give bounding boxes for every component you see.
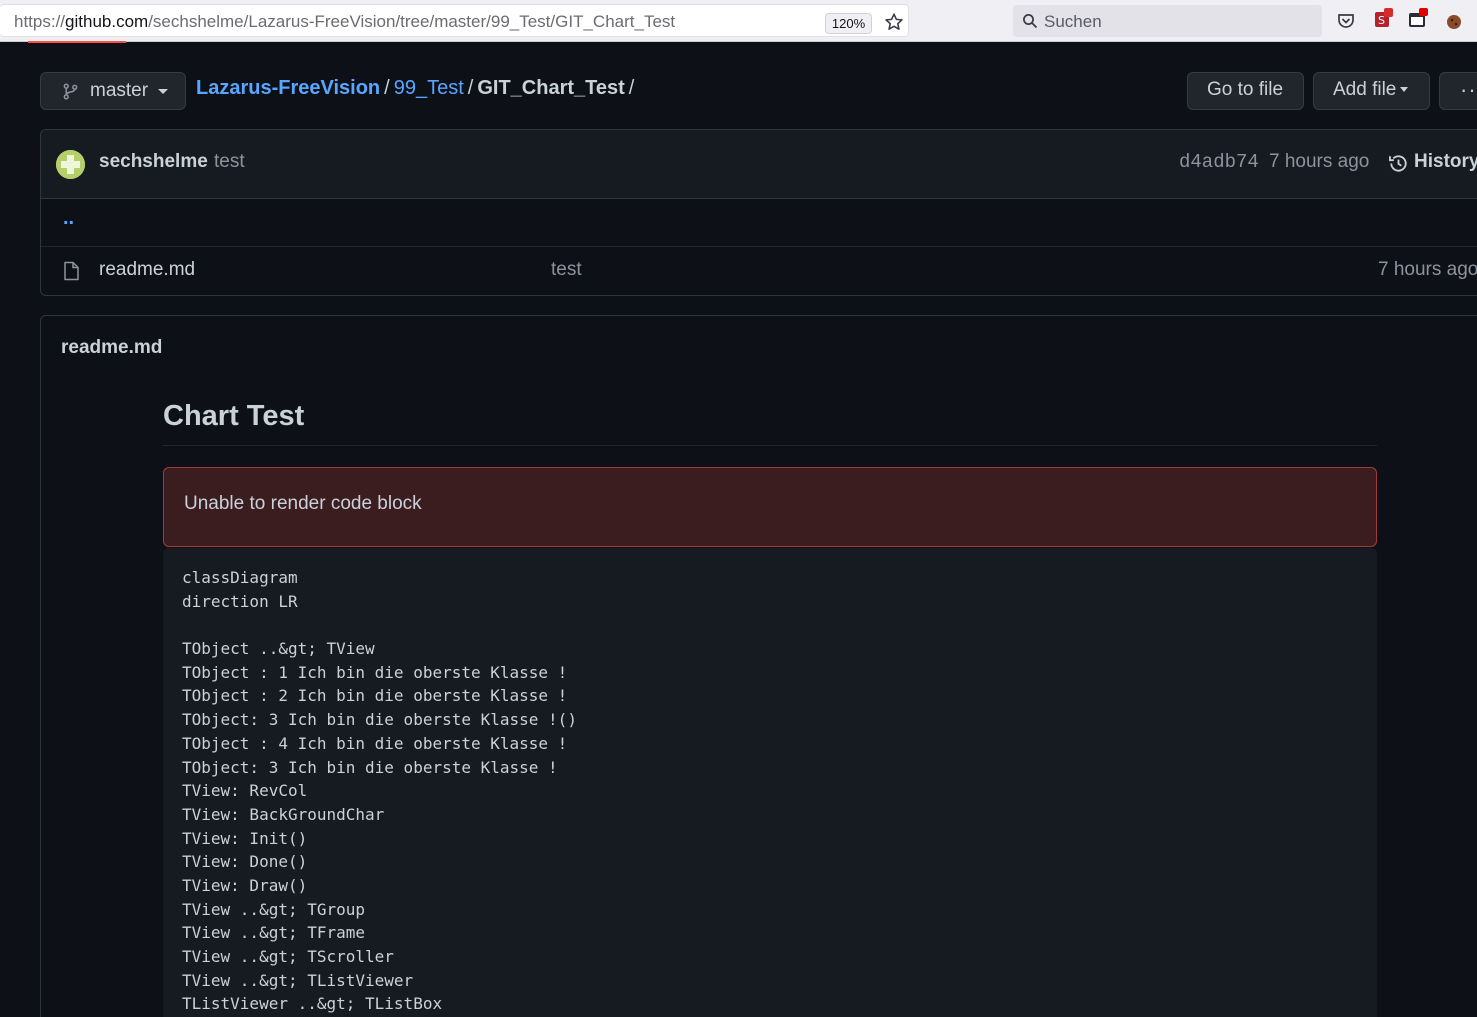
code-line: TObject: 3 Ich bin die oberste Klasse ! bbox=[182, 757, 558, 777]
url-domain: github.com bbox=[65, 12, 149, 31]
code-line: TView ..&gt; TListViewer bbox=[182, 970, 414, 990]
avatar[interactable] bbox=[56, 150, 85, 179]
breadcrumb-folder-link[interactable]: 99_Test bbox=[394, 77, 464, 99]
file-icon bbox=[64, 261, 79, 281]
code-line: TView: Done() bbox=[182, 852, 308, 872]
history-link[interactable]: History bbox=[1414, 151, 1477, 173]
code-line: TView: Init() bbox=[182, 828, 308, 848]
code-line: classDiagram bbox=[182, 568, 298, 587]
git-branch-icon bbox=[63, 83, 78, 100]
calendar-extension-icon[interactable] bbox=[1407, 8, 1429, 30]
latest-commit-row: sechshelme test d4adb74 7 hours ago Hist… bbox=[41, 130, 1477, 199]
file-name-link[interactable]: readme.md bbox=[99, 259, 195, 281]
code-block[interactable]: classDiagram direction LR TObject ..&gt; T… bbox=[163, 548, 1377, 1017]
bookmark-star-icon[interactable] bbox=[883, 11, 905, 33]
code-line: TView: BackGroundChar bbox=[182, 804, 385, 824]
render-error-box: Unable to render code block bbox=[163, 467, 1377, 547]
commit-time: 7 hours ago bbox=[1269, 151, 1370, 172]
commit-message-link[interactable]: test bbox=[214, 151, 245, 173]
commit-hash-link[interactable]: d4adb74 bbox=[1179, 151, 1259, 173]
cookie-extension-icon[interactable] bbox=[1443, 10, 1465, 32]
url-scheme: https:// bbox=[14, 12, 66, 31]
breadcrumb-trailing-separator: / bbox=[628, 77, 635, 99]
more-options-button[interactable]: ··· bbox=[1439, 72, 1477, 110]
chevron-down-icon bbox=[158, 89, 168, 94]
commit-author-link[interactable]: sechshelme bbox=[99, 151, 208, 173]
pocket-icon[interactable] bbox=[1335, 10, 1357, 32]
add-file-button[interactable]: Add file bbox=[1313, 72, 1430, 110]
breadcrumb-separator: / bbox=[467, 77, 474, 99]
breadcrumb-separator: / bbox=[384, 77, 390, 99]
readme-filename[interactable]: readme.md bbox=[61, 337, 162, 359]
chevron-down-icon bbox=[1400, 87, 1409, 93]
browser-toolbar: https://github.com/sechshelme/Lazarus-Fr… bbox=[0, 0, 1477, 42]
readme-panel: readme.md Chart Test Unable to render co… bbox=[40, 315, 1477, 1017]
search-icon bbox=[1023, 14, 1038, 29]
code-line: TView: Draw() bbox=[182, 875, 308, 895]
code-line: TObject : 2 Ich bin die oberste Klasse ! bbox=[182, 686, 568, 706]
history-icon[interactable] bbox=[1388, 153, 1409, 174]
code-line: TObject: 3 Ich bin die oberste Klasse !(… bbox=[182, 710, 577, 730]
kebab-icon: ··· bbox=[1460, 77, 1477, 102]
code-line: TView ..&gt; TGroup bbox=[182, 899, 366, 919]
parent-directory-row[interactable]: .. bbox=[41, 199, 1477, 247]
file-commit-message-link[interactable]: test bbox=[551, 259, 582, 281]
breadcrumb-current: GIT_Chart_Test bbox=[477, 77, 625, 99]
code-line: TObject : 4 Ich bin die oberste Klasse ! bbox=[182, 733, 568, 753]
render-error-message: Unable to render code block bbox=[184, 493, 422, 514]
url-path: /sechshelme/Lazarus-FreeVision/tree/mast… bbox=[148, 12, 676, 31]
code-line: TView: RevCol bbox=[182, 781, 308, 801]
code-line: direction LR bbox=[182, 591, 298, 611]
browser-search-bar[interactable]: Suchen bbox=[1013, 5, 1322, 37]
svg-text:S: S bbox=[1378, 14, 1385, 27]
go-to-file-button[interactable]: Go to file bbox=[1187, 72, 1304, 110]
branch-name: master bbox=[90, 80, 149, 101]
parent-directory-link[interactable]: .. bbox=[63, 207, 74, 230]
readme-heading: Chart Test bbox=[163, 400, 1377, 446]
url-text[interactable]: https://github.com/sechshelme/Lazarus-Fr… bbox=[14, 12, 675, 32]
file-listing: sechshelme test d4adb74 7 hours ago Hist… bbox=[40, 129, 1477, 296]
code-line: TView ..&gt; TFrame bbox=[182, 923, 366, 943]
url-bar[interactable]: https://github.com/sechshelme/Lazarus-Fr… bbox=[0, 4, 909, 37]
breadcrumb: Lazarus-FreeVision/99_Test / GIT_Chart_Tes… bbox=[196, 77, 638, 100]
file-commit-age: 7 hours ago bbox=[1378, 259, 1477, 280]
branch-selector-button[interactable]: master bbox=[40, 72, 186, 110]
code-line: TObject ..&gt; TView bbox=[182, 639, 375, 659]
add-file-label: Add file bbox=[1333, 79, 1397, 100]
progress-indicator bbox=[28, 41, 126, 43]
code-line: TView ..&gt; TScroller bbox=[182, 947, 394, 966]
code-line: TListViewer ..&gt; TListBox bbox=[182, 994, 443, 1014]
breadcrumb-repo-link[interactable]: Lazarus-FreeVision bbox=[196, 77, 380, 99]
code-line: TObject : 1 Ich bin die oberste Klasse ! bbox=[182, 662, 568, 682]
table-row[interactable]: readme.md test 7 hours ago bbox=[41, 247, 1477, 295]
search-placeholder: Suchen bbox=[1044, 12, 1102, 31]
zoom-level-badge[interactable]: 120% bbox=[825, 13, 872, 34]
extension-icon[interactable]: S bbox=[1372, 8, 1394, 30]
